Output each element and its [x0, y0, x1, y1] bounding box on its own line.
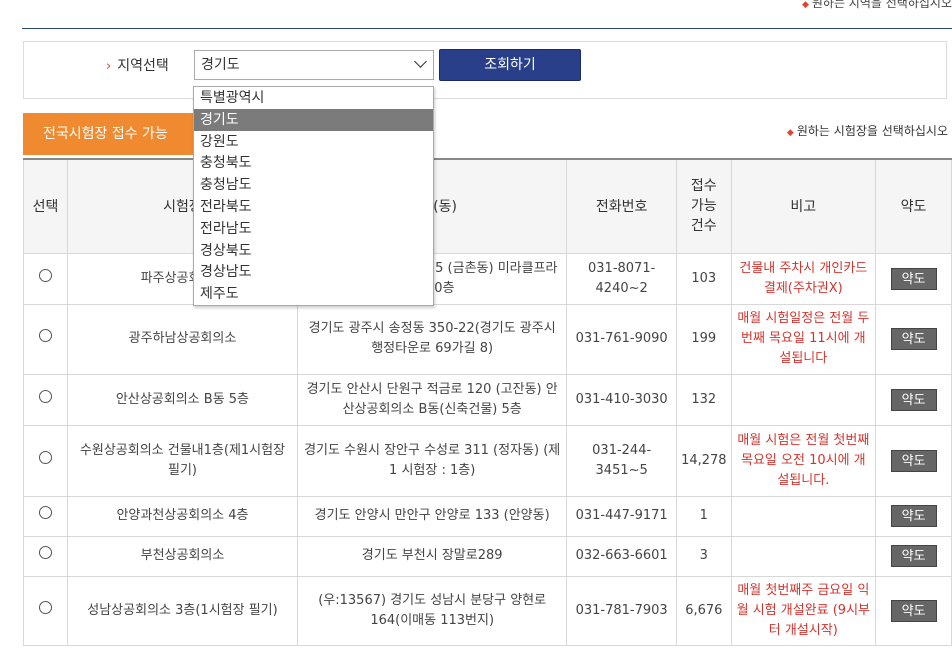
dropdown-option[interactable]: 경상남도 — [194, 261, 433, 283]
table-row: 안양과천상공회의소 4층 경기도 안양시 만안구 안양로 133 (안양동) 031… — [23, 495, 952, 537]
table-cell — [23, 424, 68, 497]
dropdown-option[interactable]: 경기도 — [194, 108, 433, 131]
table-row: 수원상공회의소 건물내1층(제1시험장 필기) 경기도 수원시 장안구 수성로 3… — [23, 424, 952, 497]
map-button[interactable]: 약도 — [890, 449, 937, 472]
table-cell — [23, 303, 68, 375]
dropdown-option[interactable]: 제주도 — [194, 283, 433, 305]
center-name: 성남상공회의소 3층(1시험장 필기) — [66, 575, 299, 646]
dropdown-option[interactable]: 충청남도 — [194, 174, 433, 196]
select-radio[interactable] — [38, 506, 52, 519]
center-address: 경기도 안양시 만안구 안양로 133 (안양동) — [297, 495, 568, 537]
map-button[interactable]: 약도 — [890, 267, 937, 290]
center-count: 103 — [676, 252, 732, 305]
center-count: 199 — [676, 303, 732, 375]
bullet-icon: ◆ — [786, 128, 794, 138]
select-radio[interactable] — [38, 546, 52, 559]
center-note — [730, 373, 877, 426]
center-phone: 032-663-6601 — [566, 535, 678, 577]
center-name: 안양과천상공회의소 4층 — [66, 495, 299, 537]
header-note: 비고 — [730, 158, 877, 254]
table-cell — [23, 495, 68, 537]
table-cell: 약도 — [875, 535, 952, 577]
center-count: 14,278 — [676, 424, 732, 497]
dropdown-option[interactable]: 특별광역시 — [194, 87, 433, 109]
region-select-hint: ◆ 원하는 지역을 선택하십시오 — [801, 0, 952, 10]
center-phone: 031-8071-4240~2 — [566, 252, 678, 305]
center-select-hint: ◆ 원하는 시험장을 선택하십시오 — [786, 124, 948, 138]
table-cell — [23, 373, 68, 426]
center-name: 수원상공회의소 건물내1층(제1시험장 필기) — [66, 424, 299, 497]
center-phone: 031-410-3030 — [566, 373, 678, 426]
select-radio[interactable] — [38, 268, 52, 282]
table-cell — [23, 252, 68, 305]
map-button[interactable]: 약도 — [890, 388, 937, 411]
dropdown-option[interactable]: 전라북도 — [194, 196, 433, 218]
header-map: 약도 — [875, 158, 952, 254]
center-count: 132 — [676, 373, 732, 426]
table-cell: 약도 — [875, 424, 952, 497]
table-row: 파주상공회의소경기도 파주시 금정로 15 (금촌동) 미라클프라자 10층03… — [23, 252, 952, 305]
tab-all-test-centers[interactable]: 전국시험장 접수 가능 — [23, 113, 199, 155]
select-radio[interactable] — [38, 389, 52, 403]
select-radio[interactable] — [38, 329, 52, 342]
region-dropdown[interactable]: 특별광역시 경기도 강원도 충청북도 충청남도 전라북도 전라남도 경상북도 경상남도 제주도 — [193, 86, 434, 306]
center-address: 경기도 안산시 단원구 적금로 120 (고잔동) 안산상공회의소 B동(신축건… — [297, 373, 568, 426]
center-note: 건물내 주차시 개인카드 결제(주차권X) — [730, 252, 877, 305]
table-row: 안산상공회의소 B동 5층 경기도 안산시 단원구 적금로 120 (고잔동) 안… — [23, 373, 952, 426]
center-address: 경기도 부천시 장말로289 — [297, 535, 568, 577]
select-radio[interactable] — [38, 450, 52, 464]
table-cell — [23, 535, 68, 577]
center-count: 1 — [676, 495, 732, 537]
region-label: › 지역선택 — [106, 58, 169, 74]
table-row: 광주하남상공회의소 경기도 광주시 송정동 350-22(경기도 광주시 행정타운… — [23, 303, 952, 375]
dropdown-option[interactable]: 전라남도 — [194, 218, 433, 240]
table-cell: 약도 — [875, 373, 952, 426]
region-select[interactable]: 경기도 — [194, 50, 434, 80]
map-button[interactable]: 약도 — [890, 599, 937, 622]
center-count: 3 — [676, 535, 732, 577]
select-radio[interactable] — [38, 600, 52, 614]
dropdown-option[interactable]: 충청북도 — [194, 152, 433, 174]
center-note: 매월 첫번째주 금요일 익월 시험 개설완료 (9시부터 개설시작) — [730, 575, 877, 646]
chevron-right-icon: › — [106, 59, 112, 74]
search-box: › 지역선택 경기도 조회하기 — [23, 41, 947, 99]
dropdown-option[interactable]: 강원도 — [194, 131, 433, 153]
table-cell: 약도 — [875, 575, 952, 646]
table-row: 성남상공회의소 3층(1시험장 필기) (우:13567) 경기도 성남시 분당구… — [23, 575, 952, 646]
map-button[interactable]: 약도 — [890, 545, 937, 567]
center-name: 안산상공회의소 B동 5층 — [66, 373, 299, 426]
dropdown-option[interactable]: 경상북도 — [194, 240, 433, 262]
table-cell: 약도 — [875, 495, 952, 537]
center-name: 부천상공회의소 — [66, 535, 299, 577]
center-phone: 031-447-9171 — [566, 495, 678, 537]
search-button[interactable]: 조회하기 — [439, 49, 581, 81]
center-phone: 031-781-7903 — [566, 575, 678, 646]
map-button[interactable]: 약도 — [890, 328, 937, 350]
bullet-icon: ◆ — [801, 0, 809, 10]
center-phone: 031-761-9090 — [566, 303, 678, 375]
center-phone: 031-244-3451~5 — [566, 424, 678, 497]
center-note — [730, 535, 877, 577]
map-button[interactable]: 약도 — [890, 505, 937, 527]
table-cell — [23, 575, 68, 646]
center-note: 매월 시험일정은 전월 두번째 목요일 11시에 개설됩니다 — [730, 303, 877, 375]
table-cell: 약도 — [875, 252, 952, 305]
chevron-down-icon — [414, 55, 427, 68]
table-header: 선택 시험장 주소(동) 전화번호 접수 가능 건수 비고 약도 — [23, 158, 952, 254]
table-row: 부천상공회의소 경기도 부천시 장말로289 032-663-6601 3 약도 — [23, 535, 952, 577]
center-note — [730, 495, 877, 537]
center-count: 6,676 — [676, 575, 732, 646]
center-name: 광주하남상공회의소 — [66, 303, 299, 375]
center-note: 매월 시험은 전월 첫번째 목요일 오전 10시에 개설됩니다. — [730, 424, 877, 497]
divider — [22, 28, 952, 29]
center-address: (우:13567) 경기도 성남시 분당구 양현로 164(이매동 113번지) — [297, 575, 568, 646]
header-select: 선택 — [23, 158, 68, 254]
table-cell: 약도 — [875, 303, 952, 375]
header-count: 접수 가능 건수 — [676, 158, 732, 254]
center-address: 경기도 수원시 장안구 수성로 311 (정자동) (제 1 시험장 : 1층) — [297, 424, 568, 497]
header-phone: 전화번호 — [566, 158, 678, 254]
test-center-table: 선택 시험장 주소(동) 전화번호 접수 가능 건수 비고 약도 파주상공회의소… — [23, 158, 952, 646]
center-address: 경기도 광주시 송정동 350-22(경기도 광주시 행정타운로 69가길 8) — [297, 303, 568, 375]
